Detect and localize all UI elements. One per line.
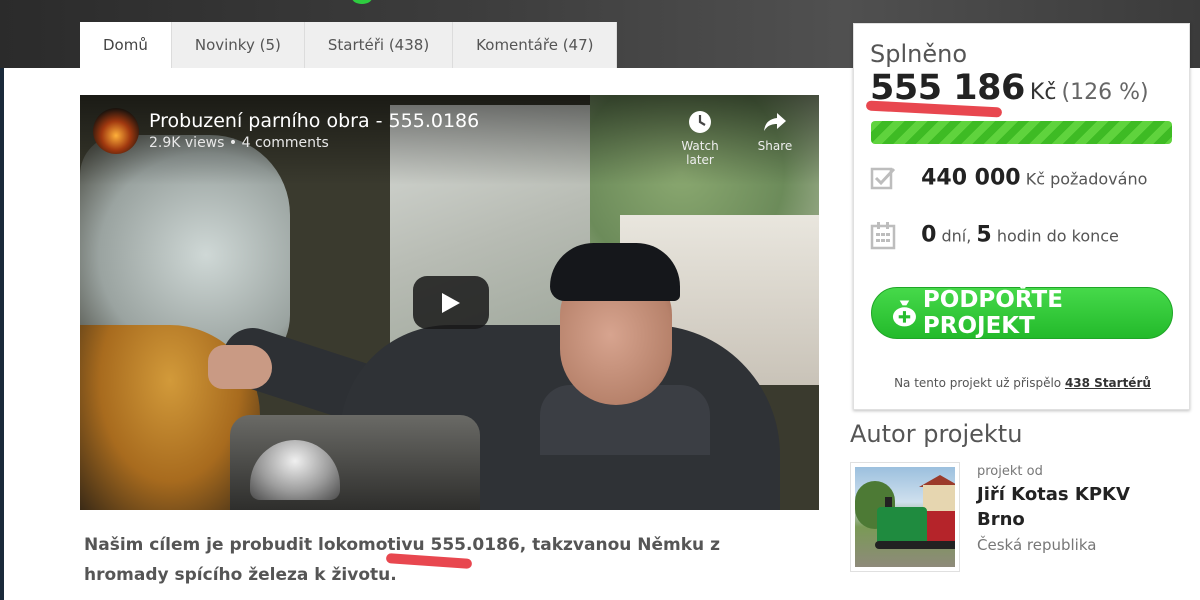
play-icon — [442, 292, 460, 313]
description-text: Našim cílem je probudit lokomotivu — [84, 535, 431, 555]
locomotive-photo — [855, 467, 955, 567]
video-title[interactable]: Probuzení parního obra - 555.0186 — [149, 110, 479, 132]
funded-percent: (126 %) — [1061, 80, 1149, 105]
hours-label: hodin do konce — [996, 226, 1119, 246]
author-section-title: Autor projektu — [850, 420, 1023, 448]
contributors-note: Na tento projekt už přispělo 438 Startér… — [854, 376, 1191, 390]
video-player[interactable]: Probuzení parního obra - 555.0186 2.9K v… — [80, 95, 819, 510]
author-name[interactable]: Jiří Kotas KPKV Brno — [977, 482, 1177, 532]
days-label: dní, — [941, 226, 972, 246]
hours-left: 5 — [976, 222, 992, 248]
share-arrow-icon — [764, 113, 786, 131]
support-button-label: PODPOŘTE PROJEKT — [922, 287, 1063, 339]
tab-home[interactable]: Domů — [80, 22, 172, 68]
tab-starters[interactable]: Startéři (438) — [304, 22, 454, 68]
logo-fragment — [352, 0, 372, 4]
locomotive-number: 555.0186 — [430, 535, 520, 555]
goal-label: Kč požadováno — [1025, 169, 1148, 189]
video-meta: 2.9K views • 4 comments — [149, 135, 329, 151]
video-scene-hand — [208, 345, 272, 389]
watch-later-button[interactable]: Watch later — [668, 109, 732, 167]
funded-label: Splněno — [870, 40, 968, 68]
author-card: projekt od Jiří Kotas KPKV Brno Česká re… — [850, 462, 1190, 572]
video-scene-cap — [550, 243, 680, 301]
time-left-row: 0 dní, 5 hodin do konce — [870, 220, 1119, 254]
tab-comments[interactable]: Komentáře (47) — [453, 22, 618, 68]
photo-locomotive — [877, 507, 927, 543]
author-country: Česká republika — [977, 536, 1097, 554]
goal-row: 440 000 Kč požadováno — [870, 165, 1147, 195]
tab-news[interactable]: Novinky (5) — [171, 22, 305, 68]
contributors-text: Na tento projekt už přispělo — [894, 376, 1062, 390]
play-button[interactable] — [413, 276, 489, 329]
days-left: 0 — [921, 222, 937, 248]
photo-wheels — [875, 541, 955, 549]
photo-railcar — [927, 511, 955, 541]
goal-amount: 440 000 — [921, 165, 1021, 191]
channel-avatar[interactable] — [93, 108, 139, 154]
author-photo[interactable] — [850, 462, 960, 572]
funding-progress-bar — [871, 121, 1172, 144]
clock-icon — [689, 111, 711, 133]
photo-house — [923, 485, 955, 513]
checkbox-icon — [870, 165, 900, 195]
watch-later-label: Watch later — [681, 139, 719, 167]
raised-currency: Kč — [1029, 80, 1057, 105]
progress-fill — [871, 121, 1172, 144]
share-button[interactable]: Share — [750, 109, 800, 153]
starters-link[interactable]: 438 Startérů — [1065, 376, 1151, 390]
author-by-label: projekt od — [977, 464, 1043, 479]
project-tabs: Domů Novinky (5) Startéři (438) Komentář… — [80, 22, 618, 68]
calendar-icon — [870, 220, 900, 254]
support-project-button[interactable]: PODPOŘTE PROJEKT — [871, 287, 1173, 339]
share-label: Share — [757, 139, 793, 153]
funding-stats-panel: Splněno 555 186 Kč (126 %) 440 000 Kč po… — [853, 23, 1190, 410]
money-bag-icon — [892, 300, 916, 327]
